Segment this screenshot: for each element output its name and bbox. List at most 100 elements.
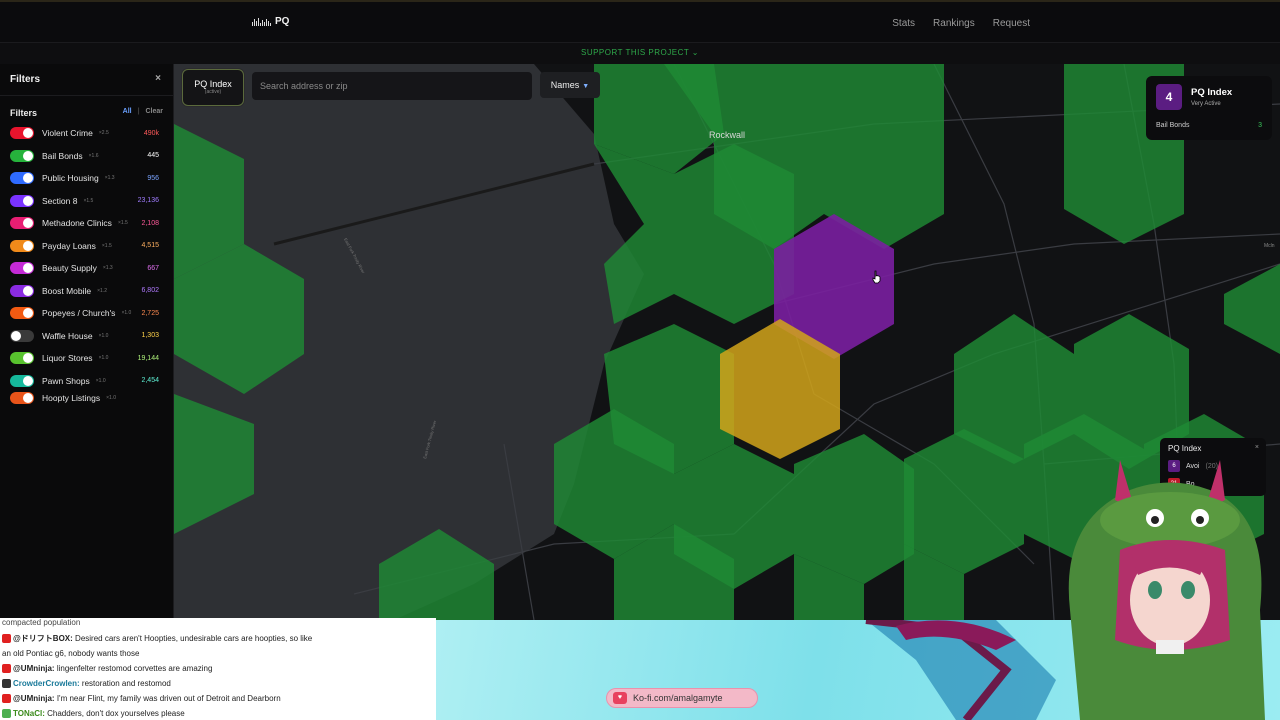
filter-item[interactable]: Boost Mobile ×1.2 6,802 <box>0 280 173 303</box>
filter-toggle[interactable] <box>10 262 34 275</box>
sidebar-header: Filters × <box>0 64 173 96</box>
clear-link[interactable]: Clear <box>145 108 163 115</box>
top-bar: PQ Stats Rankings Request <box>0 0 1280 42</box>
filter-label: Popeyes / Church's <box>42 308 116 319</box>
filter-item[interactable]: Beauty Supply ×1.3 667 <box>0 257 173 280</box>
pq-card-row: Bail Bonds 3 <box>1156 122 1262 129</box>
filter-multiplier: ×1.0 <box>95 377 106 384</box>
filter-toggle[interactable] <box>10 374 34 387</box>
filter-toggle[interactable] <box>10 217 34 230</box>
pq-card-row-value: 3 <box>1258 122 1262 129</box>
filter-item[interactable]: Popeyes / Church's ×1.0 2,725 <box>0 302 173 325</box>
filter-toggle[interactable] <box>10 149 34 162</box>
pq-card-title: PQ Index <box>1191 87 1233 98</box>
chat-message: an old Pontiac g6, nobody wants those <box>2 647 139 660</box>
stream-chat: compacted population @ドリフトBOX: Desired c… <box>0 618 436 720</box>
filter-toggle[interactable] <box>10 239 34 252</box>
chat-badge-icon <box>2 709 11 719</box>
filter-actions: All | Clear <box>123 108 163 115</box>
chat-username: @ドリフトBOX: <box>13 634 73 643</box>
filter-item[interactable]: Hoopty Listings ×1.0 <box>0 392 173 404</box>
filter-label: Methadone Clinics <box>42 218 112 229</box>
kofi-heart-icon: ♥ <box>613 692 627 704</box>
caret-down-icon: ▼ <box>582 83 590 90</box>
nav-stats[interactable]: Stats <box>892 18 915 29</box>
filter-item[interactable]: Violent Crime ×2.5 490k <box>0 122 173 145</box>
filter-item[interactable]: Pawn Shops ×1.0 2,454 <box>0 370 173 393</box>
chat-message: @UMninja: I'm near Flint, my family was … <box>2 692 281 705</box>
filter-multiplier: ×1.0 <box>98 332 109 339</box>
filter-count: 19,144 <box>137 354 159 362</box>
filter-toggle[interactable] <box>10 329 34 342</box>
filters-section-title: Filters <box>10 108 38 118</box>
filter-multiplier: ×1.5 <box>83 197 94 204</box>
filter-count: 23,136 <box>137 197 159 205</box>
chat-badge-icon <box>2 664 11 674</box>
filter-list: Violent Crime ×2.5 490k Bail Bonds ×1.6 445 Pu… <box>0 120 173 404</box>
names-dropdown[interactable]: Names ▼ <box>540 72 600 98</box>
address-search-input[interactable] <box>252 72 532 100</box>
filter-multiplier: ×1.0 <box>121 310 132 317</box>
nav-request[interactable]: Request <box>993 18 1030 29</box>
chat-message: @UMninja: lingenfelter restomod corvette… <box>2 662 212 675</box>
chat-badge-icon <box>2 679 11 689</box>
nav-rankings[interactable]: Rankings <box>933 18 975 29</box>
pq-index-label: PQ Index <box>194 79 232 89</box>
chat-text: Chadders, don't dox yourselves please <box>47 709 185 718</box>
chat-badge-icon <box>2 694 11 704</box>
filter-item[interactable]: Liquor Stores ×1.0 19,144 <box>0 347 173 370</box>
kofi-banner[interactable]: ♥ Ko-fi.com/amalgamyte <box>606 688 758 708</box>
chat-username: @UMninja: <box>13 694 55 703</box>
filter-count: 4,515 <box>141 242 159 250</box>
filter-toggle[interactable] <box>10 127 34 140</box>
chat-text: an old Pontiac g6, nobody wants those <box>2 649 140 658</box>
filter-toggle[interactable] <box>10 307 34 320</box>
filter-item[interactable]: Public Housing ×1.3 956 <box>0 167 173 190</box>
filter-label: Payday Loans <box>42 240 96 251</box>
filter-count: 2,454 <box>141 377 159 385</box>
chat-username: TONaCl: <box>13 709 45 718</box>
filter-multiplier: ×1.5 <box>101 242 112 249</box>
vtuber-avatar <box>1068 460 1265 720</box>
filter-label: Section 8 <box>42 195 78 206</box>
chat-username: @UMninja: <box>13 664 55 673</box>
filter-toggle[interactable] <box>10 352 34 365</box>
filter-item[interactable]: Methadone Clinics ×1.5 2,108 <box>0 212 173 235</box>
filter-multiplier: ×1.6 <box>88 152 99 159</box>
filter-label: Bail Bonds <box>42 150 83 161</box>
filter-label: Liquor Stores <box>42 353 93 364</box>
filters-section-header: Filters All | Clear <box>0 96 173 120</box>
chat-badge-icon <box>2 634 11 644</box>
chat-text: restoration and restomod <box>81 679 171 688</box>
filter-label: Hoopty Listings <box>42 393 101 403</box>
chat-message: CrowderCrowlen: restoration and restomod <box>2 677 171 690</box>
kofi-link: Ko-fi.com/amalgamyte <box>633 693 723 703</box>
support-banner[interactable]: SUPPORT THIS PROJECT ⌄ <box>0 42 1280 64</box>
filter-multiplier: ×1.0 <box>98 355 109 362</box>
filter-toggle[interactable] <box>10 172 34 185</box>
filter-multiplier: ×1.5 <box>117 220 128 227</box>
filter-multiplier: ×2.5 <box>98 130 109 137</box>
filter-count: 2,108 <box>141 219 159 227</box>
filter-item[interactable]: Bail Bonds ×1.6 445 <box>0 145 173 168</box>
pq-index-toggle[interactable]: PQ Index (active) <box>182 69 244 106</box>
filter-count: 6,802 <box>141 287 159 295</box>
site-logo[interactable]: PQ <box>252 16 289 27</box>
filter-item[interactable]: Waffle House ×1.0 1,303 <box>0 325 173 348</box>
pq-index-status: (active) <box>204 89 222 95</box>
filter-toggle[interactable] <box>10 284 34 297</box>
filter-toggle[interactable] <box>10 194 34 207</box>
close-icon[interactable]: × <box>155 73 161 84</box>
logo-text: PQ <box>275 16 290 27</box>
filter-item[interactable]: Payday Loans ×1.5 4,515 <box>0 235 173 258</box>
chat-text: Desired cars aren't Hoopties, undesirabl… <box>75 634 313 643</box>
select-all-link[interactable]: All <box>123 108 132 115</box>
filter-item[interactable]: Section 8 ×1.5 23,136 <box>0 190 173 213</box>
hand-cursor-icon <box>872 270 881 284</box>
chat-text: lingenfelter restomod corvettes are amaz… <box>56 664 213 673</box>
names-label: Names <box>550 80 580 90</box>
filter-toggle[interactable] <box>10 392 34 404</box>
filters-sidebar: Filters × Filters All | Clear Violent Cr… <box>0 64 174 620</box>
chat-username: CrowderCrowlen: <box>13 679 80 688</box>
filter-label: Pawn Shops <box>42 375 90 386</box>
